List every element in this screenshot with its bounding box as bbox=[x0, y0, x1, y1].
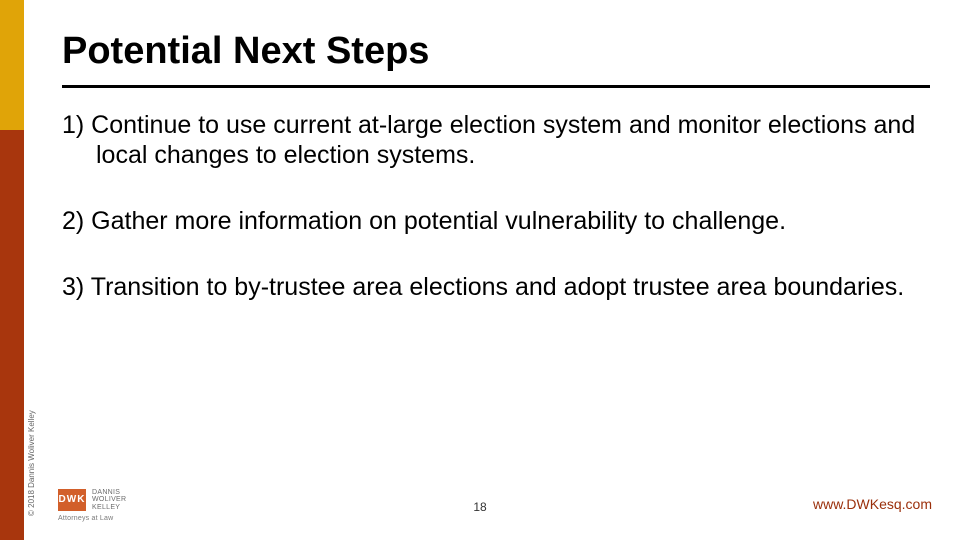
slide: Potential Next Steps 1) Continue to use … bbox=[0, 0, 960, 540]
bullet-1: 1) Continue to use current at-large elec… bbox=[96, 110, 930, 170]
logo-side-line2: WOLIVER bbox=[92, 496, 126, 503]
bullet-2: 2) Gather more information on potential … bbox=[96, 206, 930, 236]
accent-bar-top bbox=[0, 0, 24, 130]
logo-side-text: DANNIS WOLIVER KELLEY bbox=[92, 489, 126, 511]
website-url: www.DWKesq.com bbox=[813, 496, 932, 512]
logo-side-line1: DANNIS bbox=[92, 489, 126, 496]
content-area: Potential Next Steps 1) Continue to use … bbox=[62, 30, 930, 338]
footer: © 2018 Dannis Woliver Kelley DWK DANNIS … bbox=[0, 460, 960, 540]
logo-side-line3: KELLEY bbox=[92, 504, 126, 511]
title-underline bbox=[62, 85, 930, 88]
slide-title: Potential Next Steps bbox=[62, 30, 930, 73]
logo-tagline: Attorneys at Law bbox=[58, 515, 126, 522]
logo: DWK DANNIS WOLIVER KELLEY Attorneys at L… bbox=[58, 489, 126, 522]
copyright-text: © 2018 Dannis Woliver Kelley bbox=[27, 410, 36, 516]
page-number: 18 bbox=[473, 500, 486, 514]
logo-initials: DWK bbox=[58, 489, 86, 511]
bullet-3: 3) Transition to by-trustee area electio… bbox=[96, 272, 930, 302]
logo-row: DWK DANNIS WOLIVER KELLEY bbox=[58, 489, 126, 511]
